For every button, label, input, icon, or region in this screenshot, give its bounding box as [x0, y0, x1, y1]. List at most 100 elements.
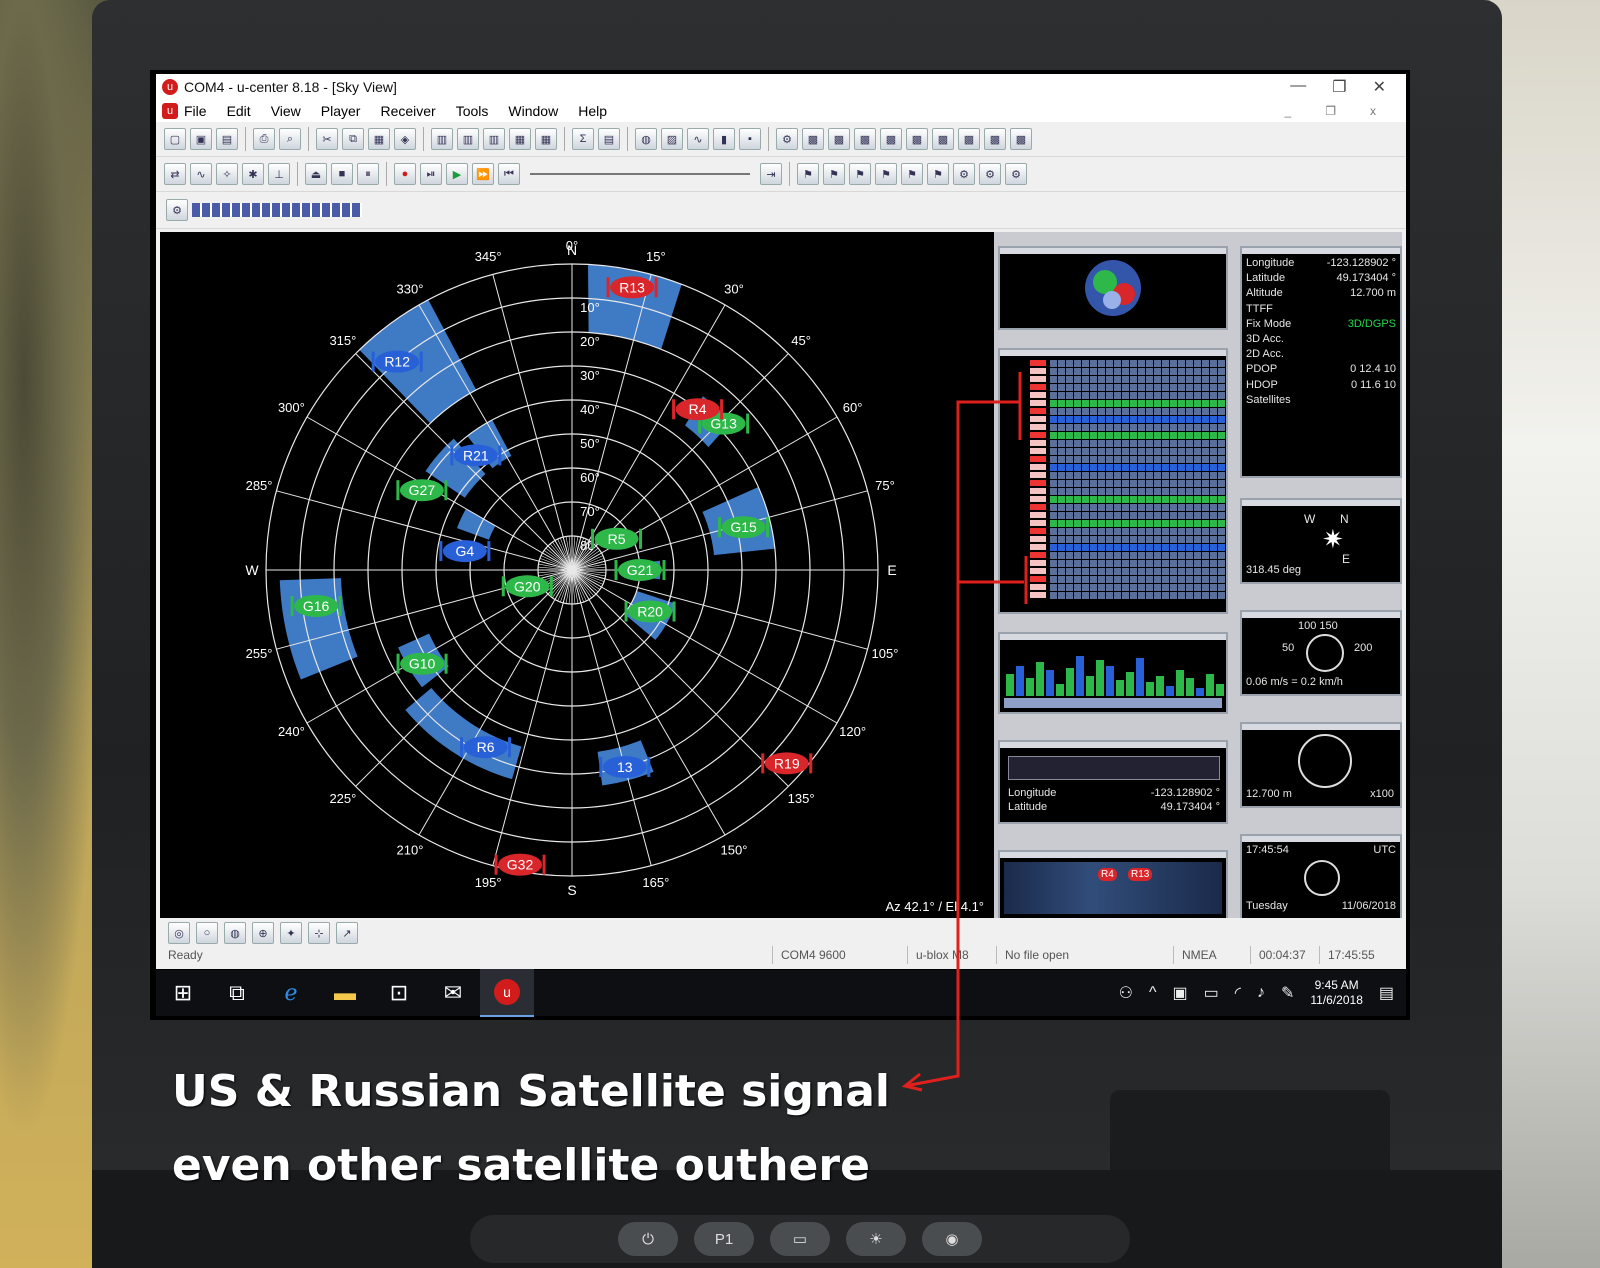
- antenna-icon[interactable]: ⊥: [268, 163, 290, 185]
- menu-tools[interactable]: Tools: [456, 103, 489, 119]
- satellite-icon[interactable]: ✦: [280, 922, 302, 944]
- play-icon[interactable]: ▶: [446, 163, 468, 185]
- menu-player[interactable]: Player: [321, 103, 361, 119]
- taskbar-clock[interactable]: 9:45 AM 11/6/2018: [1310, 978, 1363, 1008]
- brightness-button[interactable]: ☀: [846, 1222, 906, 1256]
- menu-receiver[interactable]: Receiver: [380, 103, 435, 119]
- export-icon[interactable]: ◈: [394, 128, 416, 150]
- chip5-icon[interactable]: ▩: [906, 128, 928, 150]
- world-position-panel[interactable]: Longitude -123.128902 ° Latitude 49.173404…: [998, 740, 1228, 824]
- step-icon[interactable]: ⏯: [420, 163, 442, 185]
- preview-icon[interactable]: ⌕: [279, 128, 301, 150]
- chip2-icon[interactable]: ▩: [828, 128, 850, 150]
- world-map-panel[interactable]: R4 R13: [998, 850, 1228, 920]
- grid-icon[interactable]: ▦: [509, 128, 531, 150]
- mdi-restore-button[interactable]: ❐: [1325, 104, 1336, 118]
- mail-icon[interactable]: ✉: [426, 970, 480, 1016]
- cut-icon[interactable]: ✂: [316, 128, 338, 150]
- power-button[interactable]: ⏻: [618, 1222, 678, 1256]
- restore-button[interactable]: ❐: [1332, 77, 1346, 97]
- chart-icon[interactable]: ↗: [336, 922, 358, 944]
- satellite-g20[interactable]: G20: [501, 575, 553, 598]
- paste-icon[interactable]: ▦: [368, 128, 390, 150]
- minimize-button[interactable]: —: [1290, 77, 1306, 97]
- gear-icon[interactable]: ⚙: [953, 163, 975, 185]
- volume-icon[interactable]: ♪: [1257, 984, 1265, 1002]
- sky-view[interactable]: 0° 15° 30° 45° 60° 75° 105° 120° 135° 150° 165° 195…: [160, 232, 990, 918]
- circle-icon[interactable]: ○: [196, 922, 218, 944]
- zoom-icon[interactable]: ◎: [168, 922, 190, 944]
- menu-view[interactable]: View: [271, 103, 301, 119]
- task-view-icon[interactable]: ⧉: [210, 970, 264, 1016]
- edge-icon[interactable]: ℯ: [264, 970, 318, 1016]
- magic-icon[interactable]: ✧: [216, 163, 238, 185]
- bar-icon[interactable]: ▮: [713, 128, 735, 150]
- gear-icon[interactable]: ⚙: [776, 128, 798, 150]
- battery-icon[interactable]: ▭: [1204, 983, 1219, 1003]
- stop-icon[interactable]: ■: [331, 163, 353, 185]
- file-explorer-icon[interactable]: ▬: [318, 970, 372, 1016]
- ucenter-taskbar-icon[interactable]: u: [480, 969, 534, 1017]
- temp-c-icon[interactable]: ⚑: [849, 163, 871, 185]
- eject-icon[interactable]: ⏏: [305, 163, 327, 185]
- wireless-button[interactable]: ◉: [922, 1222, 982, 1256]
- signal-bar-panel[interactable]: [998, 348, 1228, 614]
- axes-icon[interactable]: ⊹: [308, 922, 330, 944]
- open-icon[interactable]: ▤: [216, 128, 238, 150]
- mdi-close-button[interactable]: x: [1370, 104, 1376, 118]
- end-icon[interactable]: ⇥: [760, 163, 782, 185]
- chip6-icon[interactable]: ▩: [932, 128, 954, 150]
- satellite-g4[interactable]: G4: [439, 540, 491, 563]
- menu-edit[interactable]: Edit: [227, 103, 251, 119]
- chip9-icon[interactable]: ▩: [1010, 128, 1032, 150]
- record-icon[interactable]: ●: [394, 163, 416, 185]
- link-icon[interactable]: ⇄: [164, 163, 186, 185]
- doc-icon[interactable]: ▥: [431, 128, 453, 150]
- globe-icon[interactable]: ◍: [224, 922, 246, 944]
- gear3-icon[interactable]: ⚙: [1005, 163, 1027, 185]
- bug-icon[interactable]: ✱: [242, 163, 264, 185]
- thermo-icon[interactable]: ⚑: [797, 163, 819, 185]
- chip7-icon[interactable]: ▩: [958, 128, 980, 150]
- store-icon[interactable]: ⊡: [372, 970, 426, 1016]
- signal-strength-panel[interactable]: [998, 632, 1228, 714]
- menu-file[interactable]: File: [184, 103, 207, 119]
- notifications-icon[interactable]: ▤: [1379, 983, 1394, 1003]
- menu-help[interactable]: Help: [578, 103, 607, 119]
- wifi-icon[interactable]: ◜: [1235, 983, 1241, 1003]
- sat2-icon[interactable]: ⚑: [927, 163, 949, 185]
- chip3-icon[interactable]: ▩: [854, 128, 876, 150]
- wave-icon[interactable]: ∿: [190, 163, 212, 185]
- compass-panel[interactable]: W N E ✷ 318.45 deg: [1240, 498, 1402, 584]
- navigation-panel[interactable]: Longitude -123.128902 ° Latitude 49.173404 …: [1240, 246, 1402, 478]
- pen-icon[interactable]: ✎: [1281, 983, 1294, 1003]
- map-icon[interactable]: ▨: [661, 128, 683, 150]
- fast-forward-icon[interactable]: ⏩: [472, 163, 494, 185]
- rewind-icon[interactable]: ⏮: [498, 163, 520, 185]
- globe-icon[interactable]: ◍: [635, 128, 657, 150]
- close-button[interactable]: ✕: [1373, 77, 1386, 97]
- people-icon[interactable]: ⚇: [1119, 983, 1133, 1003]
- grid2-icon[interactable]: ▦: [535, 128, 557, 150]
- mdi-minimize-button[interactable]: _: [1285, 104, 1292, 118]
- clock-panel[interactable]: 17:45:54 UTC Tuesday 11/06/2018: [1240, 834, 1402, 920]
- doc2-icon[interactable]: ▥: [457, 128, 479, 150]
- satellite-g32[interactable]: G32: [494, 853, 546, 876]
- chip-icon[interactable]: ▩: [802, 128, 824, 150]
- sat-icon[interactable]: ⚑: [901, 163, 923, 185]
- line-icon[interactable]: ∿: [687, 128, 709, 150]
- print-icon[interactable]: ⎙: [253, 128, 275, 150]
- flag-icon[interactable]: ⚑: [875, 163, 897, 185]
- constellation-panel[interactable]: [998, 246, 1228, 330]
- display-button[interactable]: ▭: [770, 1222, 830, 1256]
- chevron-up-icon[interactable]: ^: [1149, 984, 1157, 1002]
- doc3-icon[interactable]: ▥: [483, 128, 505, 150]
- p1-button[interactable]: P1: [694, 1222, 754, 1256]
- target-icon[interactable]: ⊕: [252, 922, 274, 944]
- start-icon[interactable]: ⊞: [156, 970, 210, 1016]
- chip4-icon[interactable]: ▩: [880, 128, 902, 150]
- copy-icon[interactable]: ⧉: [342, 128, 364, 150]
- speed-panel[interactable]: 100 150 50 200 0.06 m/s = 0.2 km/h: [1240, 610, 1402, 696]
- save-icon[interactable]: ▣: [190, 128, 212, 150]
- receiver-icon[interactable]: ⚙: [166, 199, 188, 221]
